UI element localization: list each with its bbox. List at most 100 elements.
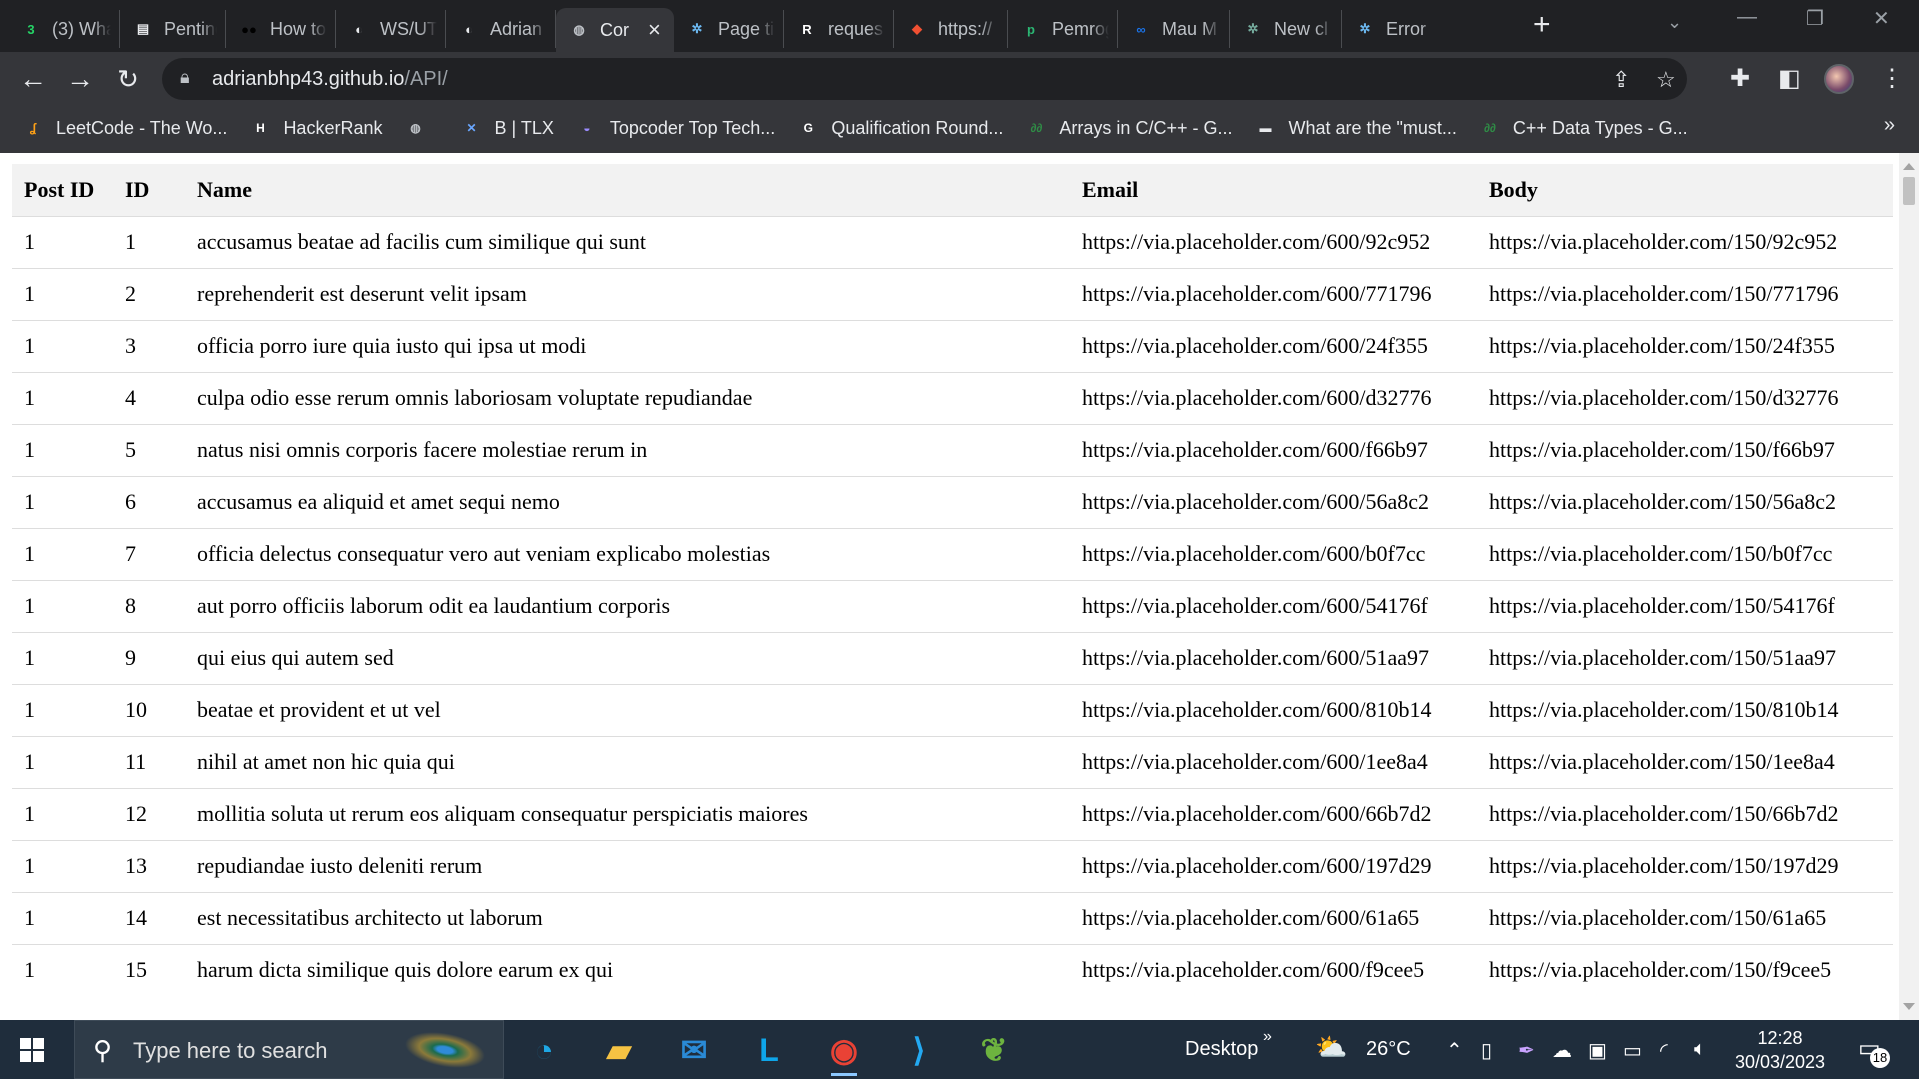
tab[interactable]: ◐ WS/UT xyxy=(336,10,446,48)
pen-icon[interactable]: ✒ xyxy=(1518,1038,1535,1063)
close-tab-icon[interactable]: × xyxy=(648,19,666,41)
file-explorer-icon[interactable]: ▰ xyxy=(596,1027,642,1073)
new-tab-button[interactable]: + xyxy=(1533,8,1551,42)
tab[interactable]: ∞ Mau M xyxy=(1118,10,1230,48)
windows-start-icon[interactable] xyxy=(20,1038,44,1062)
cell-email: https://via.placeholder.com/600/f66b97 xyxy=(1070,423,1477,476)
cell-email: https://via.placeholder.com/600/51aa97 xyxy=(1070,631,1477,684)
display-icon[interactable]: ▣ xyxy=(1588,1038,1607,1063)
cell-body: https://via.placeholder.com/150/66b7d2 xyxy=(1477,787,1893,840)
chrome-icon[interactable]: ◉ xyxy=(821,1027,867,1076)
cell-body: https://via.placeholder.com/150/61a65 xyxy=(1477,891,1893,944)
tab[interactable]: ▤ Penting xyxy=(120,10,226,48)
close-window-icon[interactable]: ✕ xyxy=(1873,6,1890,31)
vscode-icon[interactable]: ⟩ xyxy=(896,1027,942,1073)
tab[interactable]: ✲ Error xyxy=(1342,10,1444,48)
scroll-up-icon[interactable] xyxy=(1903,163,1915,170)
restore-icon[interactable]: ❐ xyxy=(1806,6,1824,31)
table-body: 1 1 accusamus beatae ad facilis cum simili… xyxy=(12,215,1893,996)
l-app-icon[interactable]: L xyxy=(746,1027,792,1073)
tab[interactable]: ✲ New cl xyxy=(1230,10,1342,48)
tab[interactable]: p Pemrog xyxy=(1008,10,1118,48)
cell-id: 7 xyxy=(113,527,185,580)
mail-icon[interactable]: ✉ xyxy=(671,1027,717,1073)
tab-title: Page ti xyxy=(718,18,775,39)
notification-center-icon[interactable]: ▭ 18 xyxy=(1858,1034,1890,1068)
cell-body: https://via.placeholder.com/150/810b14 xyxy=(1477,683,1893,736)
battery-icon[interactable]: ▭ xyxy=(1623,1038,1642,1063)
cell-email: https://via.placeholder.com/600/56a8c2 xyxy=(1070,475,1477,528)
weather-temperature[interactable]: 26°C xyxy=(1366,1038,1411,1061)
more-bookmarks-icon[interactable]: » xyxy=(1884,114,1895,137)
table-row: 1 6 accusamus ea aliquid et amet sequi nem… xyxy=(12,475,1893,528)
tabs: 3 (3) Wha ▤ Penting ●● How to ◐ WS/UT ◐ Adrian ◍ Co… xyxy=(8,8,1444,52)
tab[interactable]: ◐ Adrian xyxy=(446,10,556,48)
bookmark-item[interactable]: ∂∂ Arrays in C/C++ - G... xyxy=(1025,117,1232,139)
leetcode-icon: ʆ xyxy=(29,121,37,135)
vertical-scrollbar[interactable] xyxy=(1899,153,1919,1020)
cell-id: 1 xyxy=(113,215,185,268)
tab-favicon-icon: ▤ xyxy=(136,21,150,36)
minimize-icon[interactable]: — xyxy=(1737,6,1757,29)
spring-icon[interactable]: ❦ xyxy=(971,1027,1017,1073)
cell-id: 3 xyxy=(113,319,185,372)
tab[interactable]: ●● How to xyxy=(226,10,336,48)
bookmark-item[interactable]: H HackerRank xyxy=(249,117,382,139)
cell-name: est necessitatibus architecto ut laborum xyxy=(185,891,1070,944)
wifi-icon[interactable]: ◜ xyxy=(1660,1038,1668,1063)
cell-email: https://via.placeholder.com/600/d32776 xyxy=(1070,371,1477,424)
clock[interactable]: 12:28 30/03/2023 xyxy=(1720,1026,1840,1074)
cell-name: accusamus ea aliquid et amet sequi nemo xyxy=(185,475,1070,528)
cell-id: 2 xyxy=(113,267,185,320)
scrollbar-thumb[interactable] xyxy=(1903,177,1915,205)
lock-icon[interactable]: 🔒︎ xyxy=(180,67,190,88)
weather-icon[interactable]: ⛅ xyxy=(1315,1032,1347,1063)
tab[interactable]: Rreques xyxy=(784,10,894,48)
cell-post-id: 1 xyxy=(12,267,113,320)
menu-icon[interactable]: ⋮ xyxy=(1880,64,1904,93)
taskbar-search-box[interactable]: ⚲ Type here to search xyxy=(74,1020,504,1079)
bookmark-item[interactable]: G Qualification Round... xyxy=(797,117,1004,139)
share-icon[interactable]: ⇪ xyxy=(1612,67,1630,93)
feather-highlight-icon[interactable] xyxy=(396,1023,494,1077)
tab-search-chevron-icon[interactable]: ⌄ xyxy=(1667,12,1689,34)
phone-link-icon[interactable]: ▯ xyxy=(1481,1038,1492,1063)
tab-favicon-icon: 3 xyxy=(27,21,35,37)
tab-favicon-icon: ✲ xyxy=(1359,21,1371,36)
tab[interactable]: ◆ https:// xyxy=(894,10,1008,48)
bookmarks-bar: ʆ LeetCode - The Wo... H HackerRank ◍ ✕ B | TL… xyxy=(0,104,1919,152)
url-text[interactable]: adrianbhp43.github.io/API/ xyxy=(212,68,448,91)
bookmark-item[interactable]: ∂∂ C++ Data Types - G... xyxy=(1479,117,1688,139)
tab[interactable]: ◍ Cor × xyxy=(556,8,674,52)
tab-title: Cor xyxy=(600,19,630,40)
volume-icon[interactable]: 🔈︎ xyxy=(1694,1038,1706,1061)
topcoder-icon: ◒ xyxy=(583,121,591,135)
table-row: 1 10 beatae et provident et ut vel https://… xyxy=(12,683,1893,736)
extensions-icon[interactable]: ✚ xyxy=(1730,64,1750,93)
tab-title: WS/UT xyxy=(380,18,437,39)
bookmark-item[interactable]: ʆ LeetCode - The Wo... xyxy=(22,117,228,139)
edge-icon[interactable]: ◔ xyxy=(521,1027,567,1073)
geeksforgeeks-icon: ∂∂ xyxy=(1483,121,1496,135)
tab[interactable]: ✲ Page ti xyxy=(674,10,784,48)
address-bar[interactable]: 🔒︎ adrianbhp43.github.io/API/ ⇪ ☆ xyxy=(162,58,1687,100)
bookmark-item[interactable]: ▬ What are the "must... xyxy=(1254,117,1456,139)
cell-post-id: 1 xyxy=(12,215,113,268)
bookmark-item[interactable]: ◒ Topcoder Top Tech... xyxy=(576,117,775,139)
profile-avatar[interactable] xyxy=(1824,64,1854,94)
table-row: 1 2 reprehenderit est deserunt velit ipsam… xyxy=(12,267,1893,320)
tab[interactable]: 3 (3) Wha xyxy=(8,10,120,48)
back-icon[interactable]: ← xyxy=(16,62,50,96)
side-panel-icon[interactable]: ◧ xyxy=(1778,64,1801,93)
column-header: Body xyxy=(1489,176,1538,202)
desktop-toolbar-label[interactable]: Desktop xyxy=(1185,1038,1258,1061)
scroll-down-icon[interactable] xyxy=(1903,1003,1915,1010)
bookmark-item[interactable]: ◍ xyxy=(404,117,438,139)
reload-icon[interactable]: ↻ xyxy=(111,62,145,96)
chevron-right-icon[interactable]: » xyxy=(1263,1028,1272,1046)
forward-icon[interactable]: → xyxy=(63,62,97,96)
bookmark-star-icon[interactable]: ☆ xyxy=(1656,67,1676,93)
bookmark-item[interactable]: ✕ B | TLX xyxy=(460,117,553,139)
cloud-icon[interactable]: ☁ xyxy=(1552,1038,1572,1063)
show-hidden-icons-chevron-icon[interactable]: ⌃ xyxy=(1446,1038,1463,1063)
